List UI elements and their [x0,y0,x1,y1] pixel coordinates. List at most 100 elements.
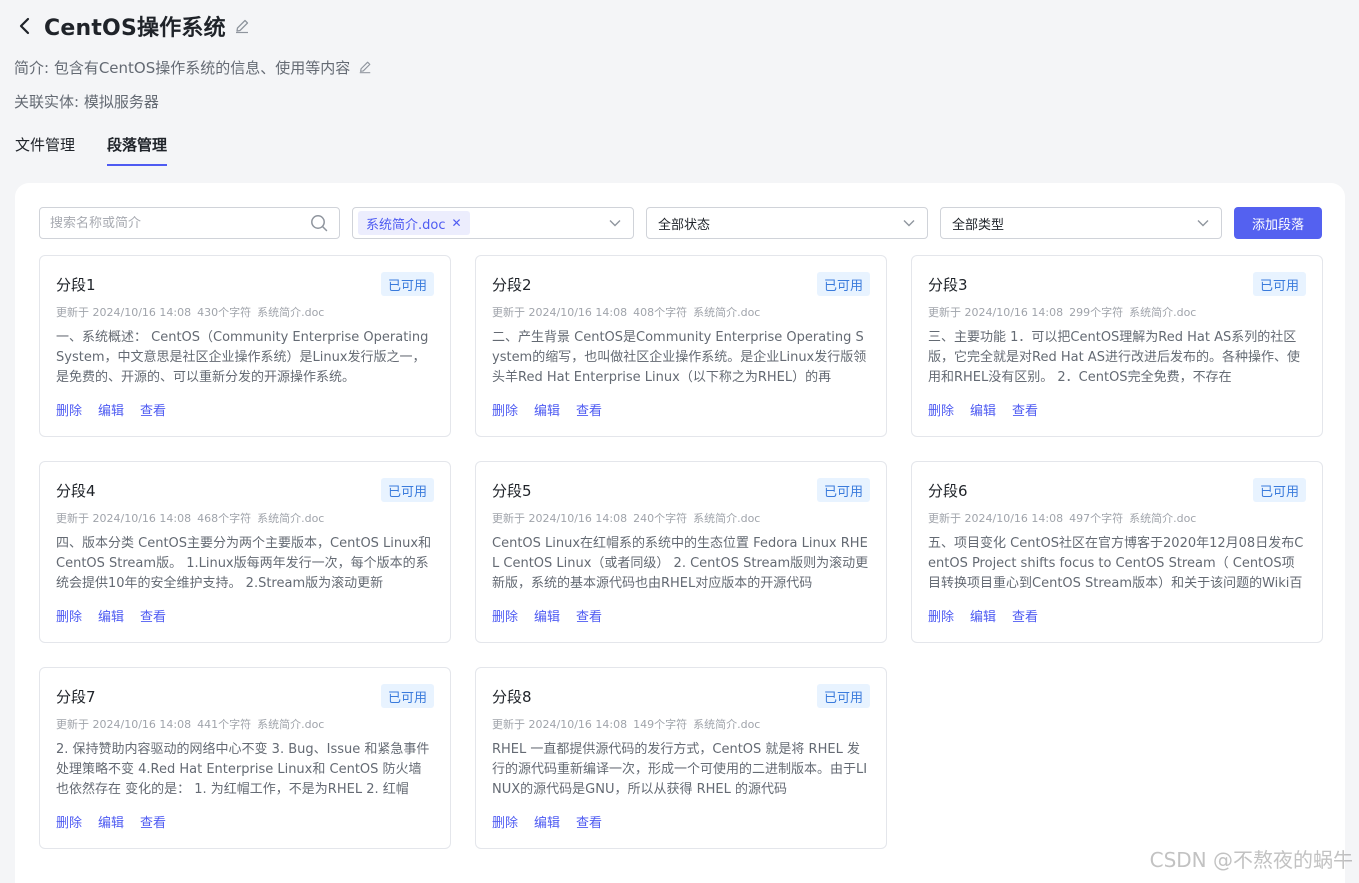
edit-button[interactable]: 编辑 [970,606,996,625]
edit-button[interactable]: 编辑 [534,400,560,419]
view-button[interactable]: 查看 [1012,606,1038,625]
card-chars: 240个字符 [633,512,688,525]
card-content: 一、系统概述： CentOS（Community Enterprise Oper… [56,330,429,385]
edit-title-icon[interactable] [234,18,250,34]
card-file: 系统简介.doc [1129,512,1197,525]
edit-description-icon[interactable] [358,60,372,74]
card-title: 分段4 [56,481,96,500]
file-select[interactable]: 系统简介.doc ✕ [352,207,634,239]
view-button[interactable]: 查看 [140,606,166,625]
status-badge: 已可用 [380,684,434,708]
delete-button[interactable]: 删除 [56,812,82,831]
card-chars: 408个字符 [633,306,688,319]
card-title: 分段8 [492,687,532,706]
card-file: 系统简介.doc [693,718,761,731]
chevron-down-icon [901,215,917,231]
delete-button[interactable]: 删除 [492,606,518,625]
card-chars: 441个字符 [197,718,252,731]
delete-button[interactable]: 删除 [928,400,954,419]
card-updated: 更新于 2024/10/16 14:08 [928,512,1064,525]
page-header: CentOS操作系统 简介: 包含有CentOS操作系统的信息、使用等内容 关联… [14,8,1359,112]
back-arrow-icon[interactable] [14,15,36,37]
card-title: 分段7 [56,687,96,706]
edit-button[interactable]: 编辑 [98,606,124,625]
paragraph-card[interactable]: 分段3 已可用 更新于 2024/10/16 14:08 299个字符 系统简介.do… [911,255,1323,437]
card-content: CentOS Linux在红帽系的系统中的生态位置 Fedora Linux R… [492,536,869,591]
paragraph-card[interactable]: 分段4 已可用 更新于 2024/10/16 14:08 468个字符 系统简介.do… [39,461,451,643]
page-title: CentOS操作系统 [44,16,226,41]
card-title: 分段5 [492,481,532,500]
edit-button[interactable]: 编辑 [98,812,124,831]
view-button[interactable]: 查看 [576,606,602,625]
add-paragraph-button[interactable]: 添加段落 [1234,207,1322,239]
delete-button[interactable]: 删除 [928,606,954,625]
edit-button[interactable]: 编辑 [534,812,560,831]
card-title: 分段6 [928,481,968,500]
card-file: 系统简介.doc [257,512,325,525]
card-chars: 299个字符 [1069,306,1124,319]
tab-bar: 文件管理 段落管理 [15,134,168,166]
card-title: 分段1 [56,275,96,294]
card-updated: 更新于 2024/10/16 14:08 [492,718,628,731]
card-content: 2. 保持赞助内容驱动的网络中心不变 3. Bug、Issue 和紧急事件处理策… [56,742,430,797]
delete-button[interactable]: 删除 [56,400,82,419]
status-badge: 已可用 [1252,478,1306,502]
card-file: 系统简介.doc [257,718,325,731]
view-button[interactable]: 查看 [576,400,602,419]
delete-button[interactable]: 删除 [492,400,518,419]
status-badge: 已可用 [816,478,870,502]
file-tag: 系统简介.doc ✕ [358,211,470,235]
paragraph-card[interactable]: 分段2 已可用 更新于 2024/10/16 14:08 408个字符 系统简介.do… [475,255,887,437]
card-chars: 497个字符 [1069,512,1124,525]
paragraph-card[interactable]: 分段5 已可用 更新于 2024/10/16 14:08 240个字符 系统简介.do… [475,461,887,643]
status-badge: 已可用 [380,272,434,296]
card-content: 二、产生背景 CentOS是Community Enterprise Opera… [492,330,867,385]
view-button[interactable]: 查看 [140,812,166,831]
tag-close-icon[interactable]: ✕ [452,216,462,230]
status-badge: 已可用 [380,478,434,502]
view-button[interactable]: 查看 [140,400,166,419]
type-select[interactable]: 全部类型 [940,207,1222,239]
card-title: 分段2 [492,275,532,294]
card-chars: 149个字符 [633,718,688,731]
paragraph-card[interactable]: 分段7 已可用 更新于 2024/10/16 14:08 441个字符 系统简介.do… [39,667,451,849]
paragraph-card[interactable]: 分段8 已可用 更新于 2024/10/16 14:08 149个字符 系统简介.do… [475,667,887,849]
status-select-value: 全部状态 [658,217,711,233]
content-panel: 系统简介.doc ✕ 全部状态 全部类型 添加段落 分段1 已可用 更新于 202… [15,183,1345,883]
delete-button[interactable]: 删除 [56,606,82,625]
view-button[interactable]: 查看 [1012,400,1038,419]
search-input[interactable] [50,215,309,231]
description-row: 简介: 包含有CentOS操作系统的信息、使用等内容 [14,56,1359,78]
tab-paragraph-management[interactable]: 段落管理 [107,134,168,166]
related-entity-text: 关联实体: 模拟服务器 [14,92,159,111]
card-updated: 更新于 2024/10/16 14:08 [56,512,192,525]
tab-file-management[interactable]: 文件管理 [15,134,75,166]
chevron-down-icon [607,215,623,231]
paragraph-card[interactable]: 分段1 已可用 更新于 2024/10/16 14:08 430个字符 系统简介.do… [39,255,451,437]
card-content: 四、版本分类 CentOS主要分为两个主要版本，CentOS Linux和Cen… [56,536,432,591]
edit-button[interactable]: 编辑 [970,400,996,419]
card-file: 系统简介.doc [693,512,761,525]
edit-button[interactable]: 编辑 [534,606,560,625]
card-chars: 468个字符 [197,512,252,525]
card-file: 系统简介.doc [257,306,325,319]
card-updated: 更新于 2024/10/16 14:08 [928,306,1064,319]
edit-button[interactable]: 编辑 [98,400,124,419]
type-select-value: 全部类型 [952,217,1005,233]
description-text: 简介: 包含有CentOS操作系统的信息、使用等内容 [14,58,351,77]
card-updated: 更新于 2024/10/16 14:08 [56,306,192,319]
card-content: RHEL 一直都提供源代码的发行方式，CentOS 就是将 RHEL 发行的源代… [492,742,868,797]
card-chars: 430个字符 [197,306,252,319]
card-content: 五、项目变化 CentOS社区在官方博客于2020年12月08日发布CentOS… [928,536,1304,591]
status-select[interactable]: 全部状态 [646,207,928,239]
title-row: CentOS操作系统 [14,8,1359,44]
search-icon[interactable] [309,213,329,233]
filter-bar: 系统简介.doc ✕ 全部状态 全部类型 添加段落 [39,207,1322,239]
view-button[interactable]: 查看 [576,812,602,831]
delete-button[interactable]: 删除 [492,812,518,831]
file-tag-label: 系统简介.doc [366,217,446,233]
paragraph-card[interactable]: 分段6 已可用 更新于 2024/10/16 14:08 497个字符 系统简介.do… [911,461,1323,643]
status-badge: 已可用 [816,684,870,708]
paragraph-grid: 分段1 已可用 更新于 2024/10/16 14:08 430个字符 系统简介.do… [39,255,1323,849]
chevron-down-icon [1195,215,1211,231]
